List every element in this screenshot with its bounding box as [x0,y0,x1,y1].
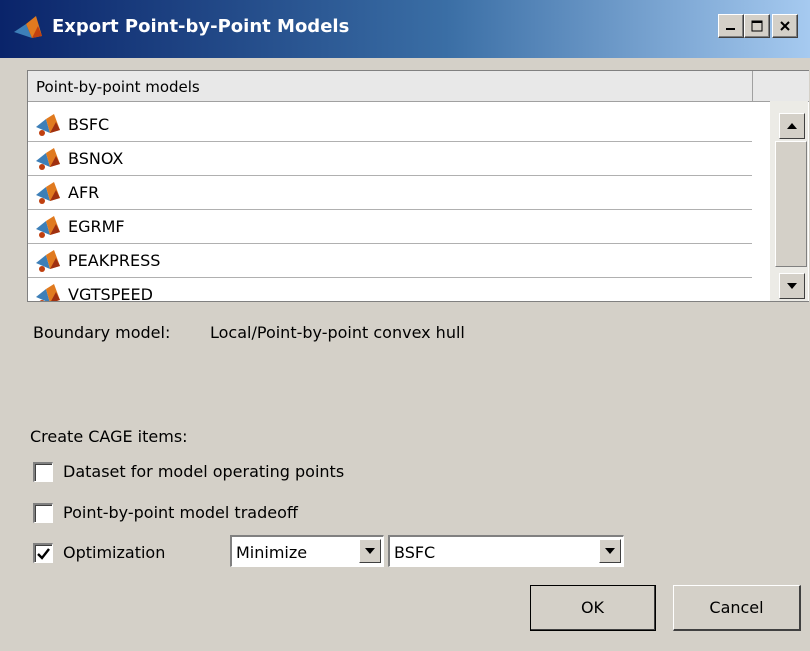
minimize-button[interactable] [718,14,744,38]
model-name: BSFC [68,115,110,134]
title-bar[interactable]: Export Point-by-Point Models [0,0,810,58]
maximize-icon [751,20,763,32]
table-row[interactable]: BSFC [28,108,752,142]
boundary-model-value: Local/Point-by-point convex hull [210,323,465,342]
scroll-thumb[interactable] [775,141,807,267]
models-table-header[interactable]: Point-by-point models [28,71,753,102]
tradeoff-checkbox-label[interactable]: Point-by-point model tradeoff [63,503,298,522]
model-select-value: BSFC [394,543,436,562]
vertical-scrollbar[interactable] [770,101,808,301]
cancel-button[interactable]: Cancel [673,585,801,631]
table-row[interactable]: BSNOX [28,142,752,176]
tradeoff-checkbox[interactable] [33,503,53,523]
cage-items-heading: Create CAGE items: [30,427,188,446]
model-name: AFR [68,183,100,202]
model-icon [36,182,60,204]
maximize-button[interactable] [744,14,770,38]
model-icon [36,250,60,272]
table-row[interactable]: VGTSPEED [28,278,752,301]
model-dropdown-button[interactable] [599,539,621,563]
arrow-up-icon [787,123,797,129]
models-table[interactable]: Point-by-point models BSFC BSNOX AFR EGR… [27,70,809,302]
close-button[interactable] [772,14,798,38]
model-name: EGRMF [68,217,125,236]
objective-select[interactable]: Minimize [230,535,384,567]
matlab-logo-icon [14,16,42,38]
model-name: VGTSPEED [68,285,153,301]
table-corner [753,71,809,102]
dataset-checkbox[interactable] [33,462,53,482]
objective-dropdown-button[interactable] [359,539,381,563]
table-row[interactable]: PEAKPRESS [28,244,752,278]
scroll-up-button[interactable] [779,113,805,139]
model-icon [36,216,60,238]
model-icon [36,114,60,136]
table-row[interactable]: AFR [28,176,752,210]
model-name: PEAKPRESS [68,251,161,270]
model-name: BSNOX [68,149,124,168]
window-title: Export Point-by-Point Models [52,16,350,37]
scroll-down-button[interactable] [779,273,805,299]
checkmark-icon [37,547,50,560]
model-icon [36,148,60,170]
dataset-checkbox-label[interactable]: Dataset for model operating points [63,462,344,481]
optimization-checkbox[interactable] [33,543,53,563]
model-icon [36,284,60,301]
models-table-header-label: Point-by-point models [36,78,200,96]
close-icon [780,21,790,31]
boundary-model-label: Boundary model: [33,323,171,342]
objective-select-value: Minimize [236,543,308,562]
chevron-down-icon [605,548,615,554]
model-select[interactable]: BSFC [388,535,624,567]
chevron-down-icon [365,548,375,554]
ok-button[interactable]: OK [530,585,656,631]
arrow-down-icon [787,283,797,289]
table-row[interactable]: EGRMF [28,210,752,244]
minimize-icon [726,28,735,30]
optimization-checkbox-label[interactable]: Optimization [63,543,165,562]
